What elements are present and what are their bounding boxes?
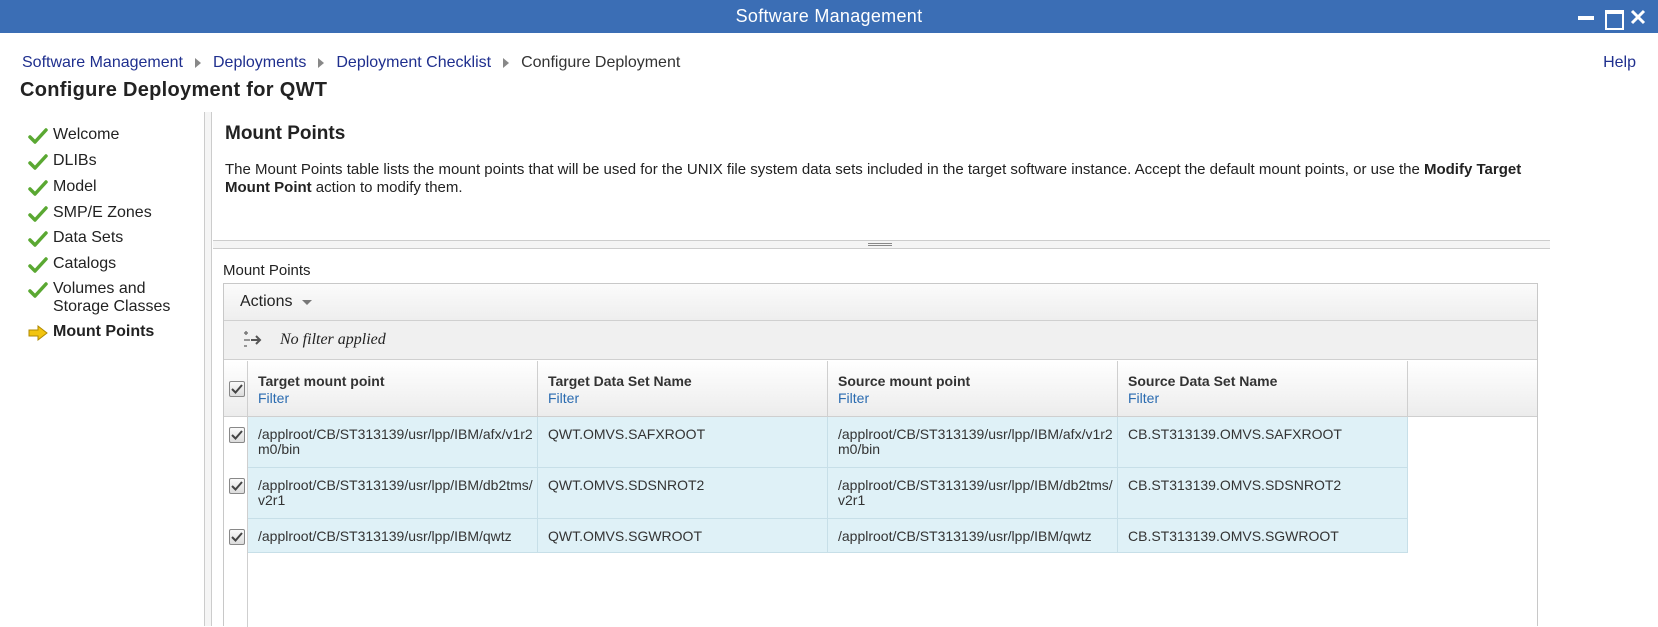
table-row[interactable]: /applroot/CB/ST313139/usr/lpp/IBM/afx/v1…: [248, 417, 1408, 468]
chevron-right-icon: [503, 58, 510, 68]
select-all-cell: [224, 361, 248, 417]
column-filter-link[interactable]: Filter: [258, 390, 537, 406]
column-header-target-data-set-name[interactable]: Target Data Set Name Filter: [538, 361, 828, 417]
nav-item-label: Welcome: [53, 126, 120, 143]
pane-splitter[interactable]: [213, 240, 1550, 249]
cell-target-mount-point: /applroot/CB/ST313139/usr/lpp/IBM/qwtz: [248, 519, 538, 552]
check-icon: [231, 430, 243, 440]
nav-item-label: SMP/E Zones: [53, 204, 152, 221]
checkmark-icon: [28, 154, 48, 170]
column-title: Source Data Set Name: [1128, 373, 1278, 389]
checkmark-icon: [28, 231, 48, 247]
nav-item-label: Model: [53, 178, 97, 195]
breadcrumb-deployments[interactable]: Deployments: [213, 54, 306, 72]
nav-item-model[interactable]: Model: [28, 178, 97, 198]
caret-down-icon: [302, 299, 313, 305]
cell-source-data-set-name: CB.ST313139.OMVS.SDSNROT2: [1118, 468, 1408, 518]
cell-source-mount-point: /applroot/CB/ST313139/usr/lpp/IBM/afx/v1…: [828, 417, 1118, 467]
nav-item-label: Volumes and Storage Classes: [53, 280, 171, 315]
filter-bar: No filter applied: [224, 321, 1537, 360]
breadcrumb-software-management[interactable]: Software Management: [22, 54, 183, 72]
description-text-end: action to modify them.: [311, 179, 463, 196]
check-icon: [231, 481, 243, 491]
cell-source-data-set-name: CB.ST313139.OMVS.SGWROOT: [1118, 519, 1408, 552]
column-title: Target mount point: [258, 373, 385, 389]
nav-item-dlibs[interactable]: DLIBs: [28, 152, 97, 172]
column-title: Source mount point: [838, 373, 971, 389]
column-filter-link[interactable]: Filter: [1128, 390, 1407, 406]
section-title: Mount Points: [225, 123, 346, 144]
nav-item-welcome[interactable]: Welcome: [28, 126, 119, 146]
table-toolbar: Actions: [224, 284, 1537, 321]
maximize-icon[interactable]: [1602, 7, 1624, 30]
window-controls: [1576, 0, 1648, 33]
cell-target-mount-point: /applroot/CB/ST313139/usr/lpp/IBM/db2tms…: [248, 468, 538, 518]
nav-item-smpe-zones[interactable]: SMP/E Zones: [28, 204, 152, 224]
row-checkbox[interactable]: [229, 529, 245, 545]
section-description: The Mount Points table lists the mount p…: [225, 161, 1535, 197]
checkmark-icon: [28, 180, 48, 196]
checkmark-icon: [28, 257, 48, 273]
page-title: Configure Deployment for QWT: [20, 79, 328, 101]
select-all-checkbox[interactable]: [229, 381, 245, 397]
check-icon: [231, 532, 243, 542]
actions-label: Actions: [240, 293, 293, 310]
nav-item-data-sets[interactable]: Data Sets: [28, 229, 123, 249]
breadcrumb: Software Management Deployments Deployme…: [22, 54, 680, 72]
cell-source-data-set-name: CB.ST313139.OMVS.SAFXROOT: [1118, 417, 1408, 467]
help-link[interactable]: Help: [1603, 54, 1636, 72]
filter-status: No filter applied: [280, 331, 386, 348]
nav-item-volumes-storage-classes[interactable]: Volumes and Storage Classes: [28, 280, 203, 316]
column-filter-link[interactable]: Filter: [838, 390, 1117, 406]
column-title: Target Data Set Name: [548, 373, 692, 389]
nav-item-catalogs[interactable]: Catalogs: [28, 255, 116, 275]
table-header-row: Target mount point Filter Target Data Se…: [224, 361, 1537, 417]
description-text: The Mount Points table lists the mount p…: [225, 161, 1424, 178]
nav-item-label: Data Sets: [53, 229, 124, 246]
checkmark-icon: [28, 206, 48, 222]
chevron-right-icon: [194, 58, 201, 68]
cell-target-data-set-name: QWT.OMVS.SDSNROT2: [538, 468, 828, 518]
nav-item-label: Catalogs: [53, 255, 117, 272]
checkmark-icon: [28, 128, 48, 144]
cell-target-mount-point: /applroot/CB/ST313139/usr/lpp/IBM/afx/v1…: [248, 417, 538, 467]
mount-points-table: Actions No filter applied Target mount p…: [223, 283, 1538, 627]
checkmark-icon: [28, 282, 48, 298]
table-row[interactable]: /applroot/CB/ST313139/usr/lpp/IBM/qwtz Q…: [248, 519, 1408, 553]
cell-target-data-set-name: QWT.OMVS.SAFXROOT: [538, 417, 828, 467]
cell-target-data-set-name: QWT.OMVS.SGWROOT: [538, 519, 828, 552]
breadcrumb-deployment-checklist[interactable]: Deployment Checklist: [336, 54, 491, 72]
nav-splitter[interactable]: [204, 112, 212, 626]
breadcrumb-current: Configure Deployment: [521, 54, 681, 71]
table-row[interactable]: /applroot/CB/ST313139/usr/lpp/IBM/db2tms…: [248, 468, 1408, 519]
nav-item-label: Mount Points: [53, 323, 155, 340]
check-icon: [231, 384, 243, 394]
cell-source-mount-point: /applroot/CB/ST313139/usr/lpp/IBM/qwtz: [828, 519, 1118, 552]
column-header-source-mount-point[interactable]: Source mount point Filter: [828, 361, 1118, 417]
row-checkbox[interactable]: [229, 427, 245, 443]
close-icon[interactable]: [1628, 7, 1648, 27]
column-filter-link[interactable]: Filter: [548, 390, 827, 406]
filter-icon[interactable]: [242, 331, 264, 349]
column-header-source-data-set-name[interactable]: Source Data Set Name Filter: [1118, 361, 1408, 417]
cell-source-mount-point: /applroot/CB/ST313139/usr/lpp/IBM/db2tms…: [828, 468, 1118, 518]
window-title-bar: Software Management: [0, 0, 1658, 33]
nav-item-mount-points[interactable]: Mount Points: [28, 323, 154, 343]
chevron-right-icon: [318, 58, 325, 68]
splitter-grip-icon[interactable]: [868, 243, 892, 246]
row-checkbox[interactable]: [229, 478, 245, 494]
table-caption: Mount Points: [223, 262, 311, 279]
actions-menu-button[interactable]: Actions: [240, 293, 313, 311]
row-selector-column: [224, 417, 248, 627]
minimize-icon[interactable]: [1576, 7, 1596, 27]
column-header-target-mount-point[interactable]: Target mount point Filter: [248, 361, 538, 417]
window-title: Software Management: [735, 6, 923, 26]
nav-item-label: DLIBs: [53, 152, 97, 169]
arrow-right-icon: [28, 324, 48, 342]
